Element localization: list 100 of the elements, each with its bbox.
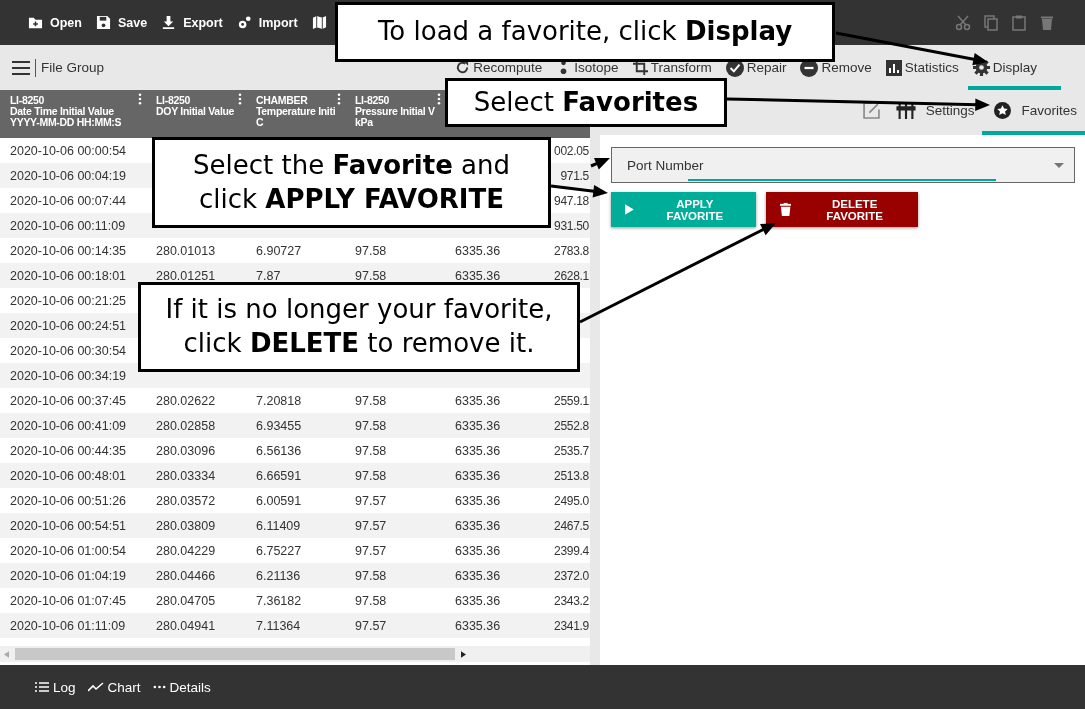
toolbar-button[interactable]: Open [28,15,82,30]
table-cell: 7.87 [256,268,281,283]
column-header[interactable]: LI-8250 Pressure Initial V kPa [345,90,445,138]
dropdown-caret-icon [1054,162,1064,168]
callout-text: Select the Favorite and click APPLY FAVORITE [193,148,510,216]
table-cell: 97.57 [355,493,387,508]
table-cell: 280.01013 [156,243,216,258]
table-cell: 2020-10-06 00:24:51 [10,318,127,333]
table-cell: 2020-10-06 00:00:54 [10,143,127,158]
table-cell: 280.03334 [156,468,216,483]
table-cell: 2020-10-06 01:00:54 [10,543,127,558]
copy-icon[interactable] [983,14,999,31]
toolbar-button[interactable]: Export [161,15,223,30]
edit-icon [862,102,880,119]
table-cell: 7.36182 [256,593,302,608]
panel-tab[interactable]: Favorites [982,90,1085,135]
table-cell: 2020-10-06 00:37:45 [10,393,127,408]
column-header[interactable]: LI-8250 Date Time Initial Value YYYY-MM-DD HH:MM:S [0,90,146,138]
table-cell: 97.57 [355,618,387,633]
map-icon [311,15,327,30]
save-icon [95,15,111,30]
table-cell: 931.50 [554,218,589,233]
table-cell: 2783.8 [554,243,589,258]
table-cell: 6.66591 [256,468,302,483]
table-cell: 280.01251 [156,268,216,283]
table-cell: 97.58 [355,393,387,408]
table-cell: 280.03572 [156,493,216,508]
refresh-icon [455,60,471,75]
cut-icon[interactable] [955,14,971,31]
table-cell: 2020-10-06 00:04:19 [10,168,127,183]
folder-plus-icon [28,15,43,30]
column-menu-icon[interactable] [238,93,242,105]
scroll-right-icon[interactable] [461,650,466,658]
file-group-label: File Group [41,60,105,75]
more-icon [152,685,166,689]
table-cell: 6335.36 [455,543,501,558]
table-cell: 2559.1 [554,393,589,408]
download-icon [161,15,177,30]
star-circle-icon [994,102,1012,119]
table-cell: 971.5 [560,168,589,183]
table-cell: 280.04705 [156,593,216,608]
table-cell: 2372.0 [554,568,589,583]
table-cell: 2535.7 [554,443,589,458]
bottom-tab[interactable]: Details [152,679,211,695]
horizontal-scrollbar[interactable] [0,646,590,662]
table-cell: 6335.36 [455,268,501,283]
table-cell: 2020-10-06 00:21:25 [10,293,127,308]
gears-icon [236,15,252,30]
table-cell: 280.03096 [156,443,216,458]
table-cell: 2552.8 [554,418,589,433]
table-cell: 97.57 [355,518,387,533]
table-cell: 2020-10-06 00:48:01 [10,468,127,483]
table-cell: 6.75227 [256,543,302,558]
column-header[interactable]: CHAMBER Temperature Initi C [246,90,345,138]
table-cell: 6.93455 [256,418,302,433]
table-cell: 2628.1 [554,268,589,283]
menu-icon[interactable] [12,60,30,75]
column-menu-icon[interactable] [437,93,441,105]
menu-action[interactable]: Statistics [880,45,964,90]
favorite-dropdown[interactable]: Port Number [611,147,1075,183]
paste-icon[interactable] [1011,14,1027,31]
map-button[interactable] [311,15,327,30]
table-cell: 2020-10-06 00:18:01 [10,268,127,283]
table-cell: 7.11364 [256,618,301,633]
table-cell: 2020-10-06 00:07:44 [10,193,127,208]
table-cell: 6335.36 [455,593,501,608]
bottom-tab[interactable]: Chart [87,679,141,695]
table-cell: 280.04466 [156,568,216,583]
table-cell: 97.58 [355,243,387,258]
column-header[interactable]: LI-8250 DOY Initial Value [146,90,246,138]
table-cell: 97.58 [355,443,387,458]
callout-text: If it is no longer your favorite, click DELETE to remove it. [165,293,553,360]
panel-tab[interactable]: Settings [887,90,983,135]
sliders-icon [895,102,916,119]
table-cell: 97.58 [355,268,387,283]
toolbar-button[interactable]: Import [236,15,298,30]
table-cell: 6335.36 [455,493,501,508]
table-cell: 2020-10-06 00:14:35 [10,243,127,258]
table-cell: 2020-10-06 00:30:54 [10,343,127,358]
table-cell: 2020-10-06 00:51:26 [10,493,127,508]
table-cell: 6.90727 [256,243,302,258]
table-cell: 947.18 [554,193,589,208]
column-menu-icon[interactable] [337,93,341,105]
column-menu-icon[interactable] [138,93,142,105]
table-cell: 2020-10-06 01:11:09 [10,618,126,633]
trash-icon [780,202,792,217]
delete-favorite-button[interactable]: DELETE FAVORITE [766,192,918,227]
table-cell: 2020-10-06 00:41:09 [10,418,127,433]
toolbar-button[interactable]: Save [95,15,148,30]
table-cell: 280.04941 [156,618,216,633]
table-cell: 280.02858 [156,418,216,433]
table-cell: 6335.36 [455,518,501,533]
bottom-tab[interactable]: Log [35,679,76,695]
bar-chart-icon [885,59,902,76]
delete-icon[interactable] [1039,14,1055,31]
table-cell: 6335.36 [455,468,501,483]
table-cell: 2020-10-06 00:44:35 [10,443,127,458]
crop-icon [632,60,648,75]
table-cell: 2020-10-06 00:34:19 [10,368,127,383]
table-cell: 2495.0 [554,493,589,508]
